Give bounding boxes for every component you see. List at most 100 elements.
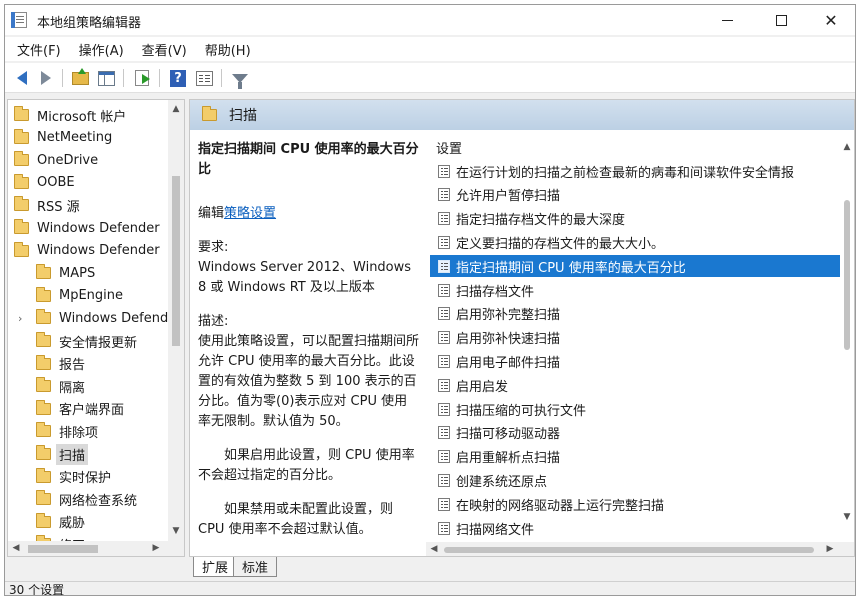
tree-item[interactable]: 修正 xyxy=(36,533,88,541)
show-hide-tree-button[interactable] xyxy=(95,67,117,89)
setting-row[interactable]: 扫描网络文件 xyxy=(430,517,840,539)
title-bar[interactable]: 本地组策略编辑器 ✕ xyxy=(5,5,855,35)
folder-icon xyxy=(36,467,51,483)
folder-icon xyxy=(36,354,51,370)
setting-row[interactable]: 启用弥补完整扫描 xyxy=(430,303,840,325)
scroll-up-icon[interactable]: ▲ xyxy=(839,142,854,152)
folder-icon xyxy=(36,422,51,438)
setting-row[interactable]: 创建系统还原点 xyxy=(430,469,840,491)
tree-item[interactable]: 客户端界面 xyxy=(36,398,127,420)
folder-icon xyxy=(14,241,29,257)
setting-row[interactable]: 允许用户暂停扫描 xyxy=(430,184,840,206)
edit-policy-link[interactable]: 策略设置 xyxy=(224,206,276,221)
disabled-text: 如果禁用或未配置此设置，则 CPU 使用率不会超过默认值。 xyxy=(198,502,394,537)
minimize-button[interactable] xyxy=(701,5,753,35)
enabled-text: 如果启用此设置，则 CPU 使用率不会超过指定的百分比。 xyxy=(198,448,415,483)
setting-row[interactable]: 指定扫描存档文件的最大深度 xyxy=(430,208,840,230)
toolbar: ? xyxy=(5,63,855,93)
tree-item-label: Windows Defender xyxy=(37,220,160,236)
requirements-label: 要求: xyxy=(198,240,229,255)
menu-help[interactable]: 帮助(H) xyxy=(198,38,258,61)
maximize-button[interactable] xyxy=(755,5,807,35)
scroll-left-icon[interactable]: ◀ xyxy=(426,544,442,554)
settings-column-header[interactable]: 设置 xyxy=(436,138,462,157)
tab-standard[interactable]: 标准 xyxy=(233,557,278,577)
back-button[interactable] xyxy=(11,67,33,89)
tree-item[interactable]: MpEngine xyxy=(36,285,126,307)
scrollbar-thumb[interactable] xyxy=(844,200,850,350)
setting-name: 启用电子邮件扫描 xyxy=(456,355,561,371)
tree-item[interactable]: OOBE xyxy=(14,172,78,194)
menu-file[interactable]: 文件(F) xyxy=(10,38,68,61)
scroll-right-icon[interactable]: ▶ xyxy=(822,544,838,554)
tree-item-label: 客户端界面 xyxy=(59,403,125,419)
setting-row[interactable]: 扫描存档文件 xyxy=(430,279,840,301)
setting-row[interactable]: 扫描压缩的可执行文件 xyxy=(430,398,840,420)
properties-button[interactable] xyxy=(193,67,215,89)
tree-horizontal-scrollbar[interactable]: ◀ ▶ xyxy=(8,541,184,556)
tree-item[interactable]: MAPS xyxy=(36,262,98,284)
tree-item[interactable]: NetMeeting xyxy=(14,127,115,149)
tree-item[interactable]: 排除项 xyxy=(36,420,101,442)
scrollbar-thumb[interactable] xyxy=(28,545,98,553)
tree-item[interactable]: 隔离 xyxy=(36,375,88,397)
description-panel: 指定扫描期间 CPU 使用率的最大百分比 编辑策略设置 要求: Windows … xyxy=(190,130,426,556)
scrollbar-thumb[interactable] xyxy=(172,176,180,346)
setting-row[interactable]: 在运行计划的扫描之前检查最新的病毒和间谍软件安全情报 xyxy=(430,160,840,182)
forward-arrow-icon xyxy=(41,71,51,85)
tree-item[interactable]: Windows Defender xyxy=(14,217,163,239)
filter-button[interactable] xyxy=(229,67,251,89)
setting-row[interactable]: 指定扫描期间 CPU 使用率的最大百分比 xyxy=(430,255,840,278)
setting-row[interactable]: 定义要扫描的存档文件的最大大小。 xyxy=(430,231,840,253)
folder-icon xyxy=(14,106,29,121)
scroll-up-icon[interactable]: ▲ xyxy=(168,104,184,114)
properties-icon xyxy=(195,70,213,86)
settings-vertical-scrollbar[interactable]: ▲ ▼ xyxy=(840,142,854,542)
scroll-right-icon[interactable]: ▶ xyxy=(148,543,164,553)
setting-name: 启用重解析点扫描 xyxy=(456,451,561,467)
tree-item[interactable]: 威胁 xyxy=(36,511,88,533)
tree-vertical-scrollbar[interactable]: ▲ ▼ xyxy=(168,100,184,541)
tree-item[interactable]: RSS 源 xyxy=(14,194,83,216)
setting-row[interactable]: 在映射的网络驱动器上运行完整扫描 xyxy=(430,493,840,515)
policy-setting-icon xyxy=(438,378,450,392)
setting-row[interactable]: 启用重解析点扫描 xyxy=(430,446,840,468)
setting-row[interactable]: 启用电子邮件扫描 xyxy=(430,350,840,372)
setting-row[interactable]: 启用弥补快速扫描 xyxy=(430,327,840,349)
pane-header: 扫描 xyxy=(190,100,854,130)
up-one-level-button[interactable] xyxy=(69,67,91,89)
folder-icon xyxy=(14,219,29,234)
description-text: 使用此策略设置，可以配置扫描期间所允许 CPU 使用率的最大百分比。此设置的有效… xyxy=(198,334,420,429)
chevron-right-icon[interactable]: › xyxy=(18,312,22,325)
policy-setting-icon xyxy=(438,212,450,226)
close-button[interactable]: ✕ xyxy=(805,5,855,35)
tree-item[interactable]: Windows Defender xyxy=(14,240,163,262)
setting-row[interactable]: 扫描可移动驱动器 xyxy=(430,422,840,444)
setting-name: 扫描存档文件 xyxy=(456,284,535,300)
tree-item[interactable]: 报告 xyxy=(36,353,88,375)
scrollbar-thumb[interactable] xyxy=(444,547,814,553)
folder-icon xyxy=(202,106,217,121)
tree-item[interactable]: 安全情报更新 xyxy=(36,330,140,352)
help-button[interactable]: ? xyxy=(167,67,189,89)
folder-icon xyxy=(36,445,51,460)
scroll-down-icon[interactable]: ▼ xyxy=(168,526,184,536)
tree-item[interactable]: 网络检查系统 xyxy=(36,488,140,510)
folder-up-icon xyxy=(71,67,89,85)
tree-item[interactable]: OneDrive xyxy=(14,149,101,171)
close-icon: ✕ xyxy=(824,10,838,30)
edit-policy-line: 编辑策略设置 xyxy=(198,204,420,224)
scroll-down-icon[interactable]: ▼ xyxy=(839,512,854,522)
tree-item[interactable]: 扫描 xyxy=(36,443,89,465)
tab-extended[interactable]: 扩展 xyxy=(193,557,238,577)
export-list-button[interactable] xyxy=(131,67,153,89)
tree-item[interactable]: › Windows Defender xyxy=(18,307,168,329)
settings-horizontal-scrollbar[interactable]: ◀ ▶ xyxy=(426,542,854,556)
menu-action[interactable]: 操作(A) xyxy=(72,38,131,61)
scroll-left-icon[interactable]: ◀ xyxy=(8,543,24,553)
setting-row[interactable]: 启用启发 xyxy=(430,374,840,396)
tree-item[interactable]: 实时保护 xyxy=(36,466,114,488)
menu-view[interactable]: 查看(V) xyxy=(135,38,194,61)
forward-button[interactable] xyxy=(35,67,57,89)
tree-item[interactable]: Microsoft 帐户 xyxy=(14,104,129,126)
